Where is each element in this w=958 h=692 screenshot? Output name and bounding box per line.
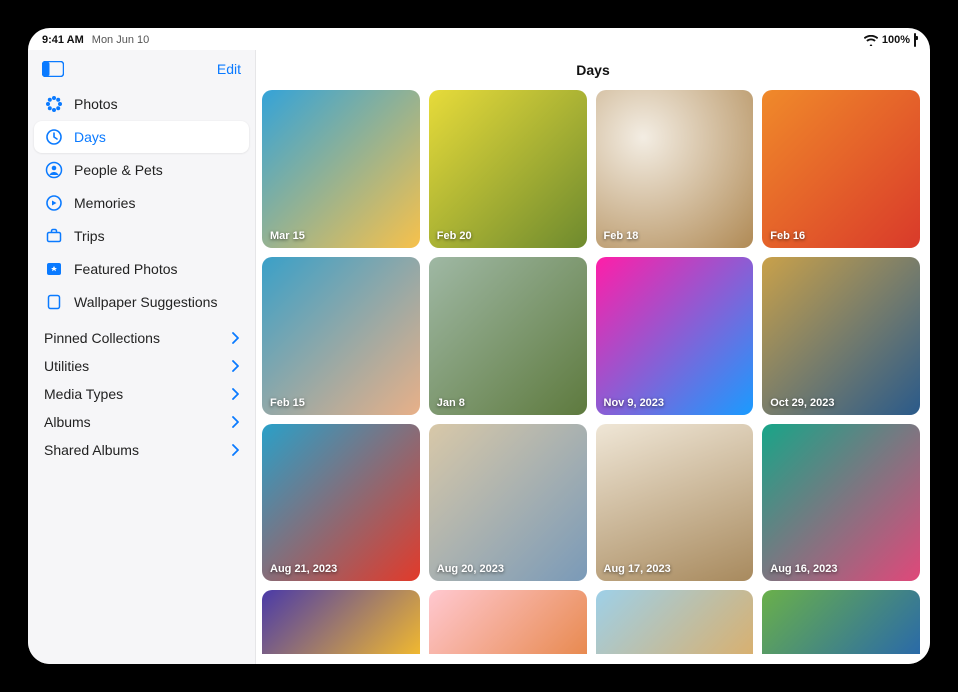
wifi-icon bbox=[864, 35, 878, 46]
tile-date: Mar 15 bbox=[270, 230, 305, 242]
day-tile[interactable] bbox=[762, 590, 920, 654]
tile-date: Feb 15 bbox=[270, 397, 305, 409]
day-tile[interactable]: Oct 29, 2023 bbox=[762, 257, 920, 415]
tile-date: Oct 29, 2023 bbox=[770, 397, 834, 409]
sidebar-item-label: Photos bbox=[74, 96, 239, 112]
battery-percentage: 100% bbox=[882, 34, 910, 46]
sidebar-header: Edit bbox=[34, 54, 249, 88]
main-header: Days bbox=[256, 50, 930, 90]
page-title: Days bbox=[576, 62, 609, 78]
sidebar-item-label: Days bbox=[74, 129, 239, 145]
tile-date: Feb 18 bbox=[604, 230, 639, 242]
sidebar-nav-list: Photos Days People & Pets bbox=[34, 88, 249, 318]
day-tile[interactable]: Mar 15 bbox=[262, 90, 420, 248]
sidebar-item-people-pets[interactable]: People & Pets bbox=[34, 154, 249, 186]
device-frame: 9:41 AM Mon Jun 10 100% E bbox=[0, 0, 958, 692]
day-tile[interactable]: Feb 20 bbox=[429, 90, 587, 248]
sidebar-section-media-types[interactable]: Media Types bbox=[34, 380, 249, 408]
status-right: 100% bbox=[864, 34, 916, 46]
sidebar-section-shared-albums[interactable]: Shared Albums bbox=[34, 436, 249, 464]
day-tile[interactable] bbox=[429, 590, 587, 654]
section-label: Pinned Collections bbox=[44, 330, 160, 346]
chevron-right-icon bbox=[231, 444, 239, 456]
clock-icon bbox=[44, 127, 64, 147]
tile-date: Aug 17, 2023 bbox=[604, 563, 671, 575]
tile-date: Nov 9, 2023 bbox=[604, 397, 665, 409]
edit-button[interactable]: Edit bbox=[217, 61, 241, 77]
day-tile[interactable]: Aug 20, 2023 bbox=[429, 424, 587, 582]
person-icon bbox=[44, 160, 64, 180]
sidebar-item-days[interactable]: Days bbox=[34, 121, 249, 153]
status-time: 9:41 AM bbox=[42, 34, 84, 46]
sidebar-item-photos[interactable]: Photos bbox=[34, 88, 249, 120]
sidebar-item-memories[interactable]: Memories bbox=[34, 187, 249, 219]
sidebar-section-albums[interactable]: Albums bbox=[34, 408, 249, 436]
day-tile[interactable]: Feb 18 bbox=[596, 90, 754, 248]
sidebar: Edit Photos Days bbox=[28, 50, 256, 664]
tile-date: Aug 20, 2023 bbox=[437, 563, 504, 575]
sidebar-item-label: People & Pets bbox=[74, 162, 239, 178]
sidebar-section-utilities[interactable]: Utilities bbox=[34, 352, 249, 380]
chevron-right-icon bbox=[231, 388, 239, 400]
section-label: Shared Albums bbox=[44, 442, 139, 458]
day-tile[interactable] bbox=[596, 590, 754, 654]
tile-date: Feb 16 bbox=[770, 230, 805, 242]
sidebar-sections: Pinned Collections Utilities Media Types bbox=[34, 324, 249, 464]
chevron-right-icon bbox=[231, 332, 239, 344]
day-tile[interactable]: Nov 9, 2023 bbox=[596, 257, 754, 415]
memories-icon bbox=[44, 193, 64, 213]
battery-icon bbox=[914, 34, 916, 46]
day-tile[interactable]: Feb 16 bbox=[762, 90, 920, 248]
tile-date: Feb 20 bbox=[437, 230, 472, 242]
days-grid[interactable]: Mar 15 Feb 20 Feb 18 Feb 16 Feb 15 Jan 8… bbox=[262, 90, 930, 664]
section-label: Utilities bbox=[44, 358, 89, 374]
status-date: Mon Jun 10 bbox=[92, 34, 149, 46]
day-tile[interactable] bbox=[262, 590, 420, 654]
sidebar-item-trips[interactable]: Trips bbox=[34, 220, 249, 252]
day-tile[interactable]: Aug 17, 2023 bbox=[596, 424, 754, 582]
tile-date: Jan 8 bbox=[437, 397, 465, 409]
wallpaper-icon bbox=[44, 292, 64, 312]
section-label: Albums bbox=[44, 414, 91, 430]
status-left: 9:41 AM Mon Jun 10 bbox=[42, 34, 149, 46]
sidebar-item-featured-photos[interactable]: Featured Photos bbox=[34, 253, 249, 285]
day-tile[interactable]: Aug 21, 2023 bbox=[262, 424, 420, 582]
sidebar-toggle-button[interactable] bbox=[40, 58, 66, 80]
content-split: Edit Photos Days bbox=[28, 50, 930, 664]
tile-date: Aug 21, 2023 bbox=[270, 563, 337, 575]
screen: 9:41 AM Mon Jun 10 100% E bbox=[28, 28, 930, 664]
section-label: Media Types bbox=[44, 386, 123, 402]
suitcase-icon bbox=[44, 226, 64, 246]
photos-icon bbox=[44, 94, 64, 114]
featured-icon bbox=[44, 259, 64, 279]
sidebar-item-label: Featured Photos bbox=[74, 261, 239, 277]
chevron-right-icon bbox=[231, 416, 239, 428]
main-content: ••• Days Mar 15 Feb 20 Feb 18 Feb 16 Feb… bbox=[256, 50, 930, 664]
sidebar-item-label: Trips bbox=[74, 228, 239, 244]
sidebar-section-pinned-collections[interactable]: Pinned Collections bbox=[34, 324, 249, 352]
sidebar-item-label: Wallpaper Suggestions bbox=[74, 294, 239, 310]
chevron-right-icon bbox=[231, 360, 239, 372]
day-tile[interactable]: Jan 8 bbox=[429, 257, 587, 415]
day-tile[interactable]: Aug 16, 2023 bbox=[762, 424, 920, 582]
tile-date: Aug 16, 2023 bbox=[770, 563, 837, 575]
day-tile[interactable]: Feb 15 bbox=[262, 257, 420, 415]
sidebar-item-label: Memories bbox=[74, 195, 239, 211]
sidebar-item-wallpaper-suggestions[interactable]: Wallpaper Suggestions bbox=[34, 286, 249, 318]
